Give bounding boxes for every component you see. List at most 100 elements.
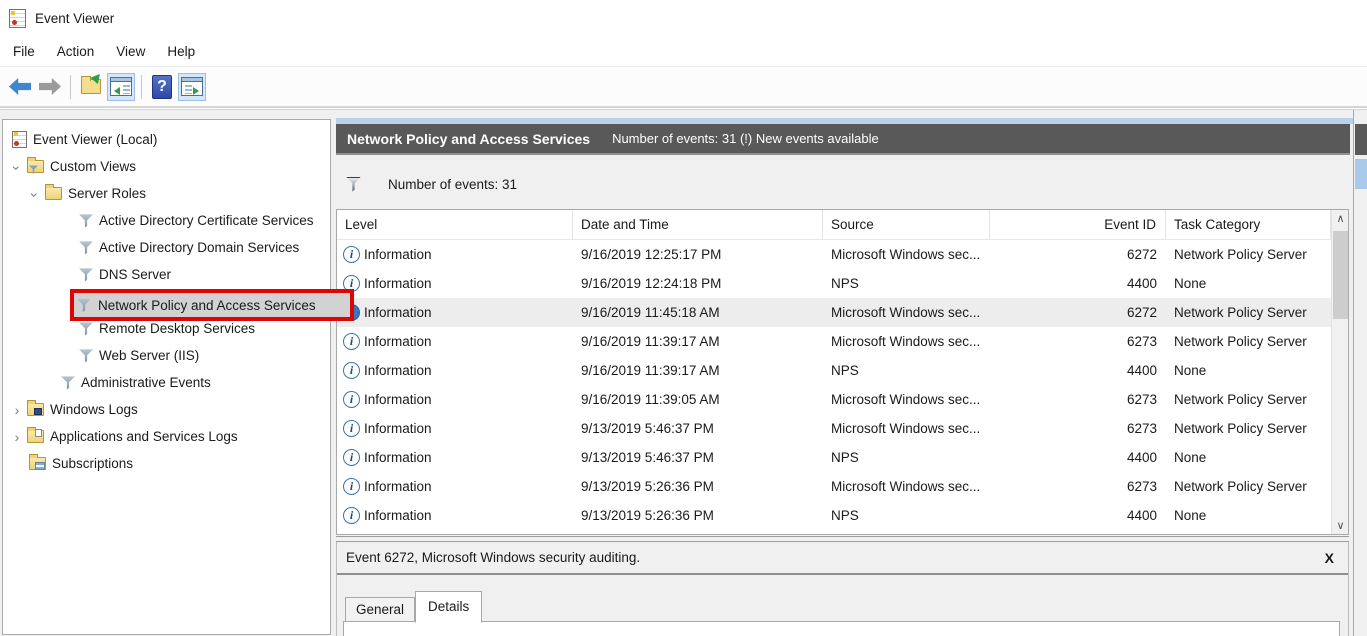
level-cell: Information bbox=[364, 334, 432, 349]
event-row[interactable]: iInformation9/16/2019 12:24:18 PMNPS4400… bbox=[337, 269, 1348, 298]
chevron-down-icon[interactable]: › bbox=[9, 160, 25, 176]
export-button[interactable] bbox=[77, 73, 105, 101]
tree-item[interactable]: Active Directory Domain Services bbox=[3, 234, 330, 261]
column-header-task-category[interactable]: Task Category bbox=[1166, 210, 1331, 239]
forward-arrow-icon bbox=[39, 78, 61, 95]
tree-item[interactable]: › Windows Logs bbox=[3, 396, 330, 423]
event-row[interactable]: iInformation9/16/2019 12:25:17 PMMicroso… bbox=[337, 240, 1348, 269]
information-icon: i bbox=[343, 246, 360, 263]
chevron-down-icon[interactable]: › bbox=[27, 187, 43, 203]
tree-item[interactable]: Event Viewer (Local) bbox=[3, 126, 330, 153]
cell-source: Microsoft Windows sec... bbox=[823, 305, 990, 320]
cell-source: NPS bbox=[823, 363, 990, 378]
cell-source: NPS bbox=[823, 450, 990, 465]
menu-view[interactable]: View bbox=[105, 40, 156, 63]
cell-date-time: 9/13/2019 5:26:36 PM bbox=[573, 479, 823, 494]
event-viewer-window: Event Viewer File Action View Help ? bbox=[0, 0, 1367, 636]
title-bar: Event Viewer bbox=[0, 0, 1367, 36]
cell-level: iInformation bbox=[337, 507, 573, 524]
preview-header: Event 6272, Microsoft Windows security a… bbox=[337, 542, 1348, 575]
information-icon: i bbox=[343, 333, 360, 350]
back-arrow-icon bbox=[9, 78, 31, 95]
results-pane-header: Network Policy and Access Services Numbe… bbox=[336, 124, 1350, 155]
chevron-right-icon[interactable]: › bbox=[9, 429, 25, 445]
scroll-down-button[interactable]: ∨ bbox=[1332, 517, 1349, 534]
cell-task-category: None bbox=[1166, 450, 1331, 465]
cell-event-id: 6273 bbox=[990, 334, 1166, 349]
cell-task-category: Network Policy Server bbox=[1166, 421, 1331, 436]
tree-item[interactable]: DNS Server bbox=[3, 261, 330, 288]
scrollbar-thumb[interactable] bbox=[1333, 231, 1348, 319]
vertical-scrollbar[interactable]: ∧ ∨ bbox=[1331, 210, 1348, 534]
back-button[interactable] bbox=[6, 73, 34, 101]
cell-date-time: 9/13/2019 5:46:37 PM bbox=[573, 421, 823, 436]
window-title: Event Viewer bbox=[35, 11, 114, 26]
information-icon: i bbox=[343, 420, 360, 437]
results-pane-status: Number of events: 31 (!) New events avai… bbox=[612, 131, 879, 146]
tree-item[interactable]: Web Server (IIS) bbox=[3, 342, 330, 369]
tree-item[interactable]: Administrative Events bbox=[3, 369, 330, 396]
preview-tabs: General Details bbox=[345, 590, 482, 622]
help-button[interactable]: ? bbox=[148, 73, 176, 101]
filter-icon bbox=[79, 241, 93, 255]
level-cell: Information bbox=[364, 363, 432, 378]
event-row[interactable]: iInformation9/13/2019 5:46:37 PMNPS4400N… bbox=[337, 443, 1348, 472]
menu-action[interactable]: Action bbox=[46, 40, 106, 63]
menu-help[interactable]: Help bbox=[156, 40, 206, 63]
scroll-up-button[interactable]: ∧ bbox=[1332, 210, 1349, 227]
event-row[interactable]: iInformation9/16/2019 11:39:05 AMMicroso… bbox=[337, 385, 1348, 414]
tree-item-label: Administrative Events bbox=[81, 375, 211, 390]
cell-task-category: None bbox=[1166, 508, 1331, 523]
actions-pane-selected-item[interactable] bbox=[1355, 159, 1367, 189]
cell-task-category: Network Policy Server bbox=[1166, 392, 1331, 407]
cell-date-time: 9/16/2019 11:39:17 AM bbox=[573, 363, 823, 378]
cell-task-category: Network Policy Server bbox=[1166, 479, 1331, 494]
tree-item[interactable]: Active Directory Certificate Services bbox=[3, 207, 330, 234]
tree-item[interactable]: ›Custom Views bbox=[3, 153, 330, 180]
event-row[interactable]: iInformation9/13/2019 5:26:36 PMNPS4400N… bbox=[337, 501, 1348, 530]
event-row[interactable]: iInformation9/13/2019 5:46:37 PMMicrosof… bbox=[337, 414, 1348, 443]
close-icon[interactable]: X bbox=[1325, 550, 1334, 566]
level-cell: Information bbox=[364, 450, 432, 465]
level-cell: Information bbox=[364, 392, 432, 407]
chevron-right-icon[interactable]: › bbox=[9, 402, 25, 418]
column-header-level[interactable]: Level bbox=[337, 210, 573, 239]
cell-date-time: 9/13/2019 5:46:37 PM bbox=[573, 450, 823, 465]
tree-item-label: Windows Logs bbox=[50, 402, 138, 417]
cell-level: iInformation bbox=[337, 391, 573, 408]
cell-task-category: None bbox=[1166, 363, 1331, 378]
folder-icon bbox=[27, 430, 44, 443]
event-row[interactable]: iInformation9/16/2019 11:39:17 AMNPS4400… bbox=[337, 356, 1348, 385]
column-header-date-and-time[interactable]: Date and Time bbox=[573, 210, 823, 239]
column-header-source[interactable]: Source bbox=[823, 210, 990, 239]
cell-date-time: 9/16/2019 12:24:18 PM bbox=[573, 276, 823, 291]
tree-item[interactable]: › Server Roles bbox=[3, 180, 330, 207]
level-cell: Information bbox=[364, 276, 432, 291]
event-row[interactable]: iInformation9/16/2019 11:39:17 AMMicroso… bbox=[337, 327, 1348, 356]
tree-item-label: Server Roles bbox=[68, 186, 146, 201]
menu-file[interactable]: File bbox=[2, 40, 46, 63]
filter-icon bbox=[79, 349, 93, 363]
tree-item[interactable]: › Applications and Services Logs bbox=[3, 423, 330, 450]
event-row[interactable]: iInformation9/13/2019 5:26:36 PMMicrosof… bbox=[337, 472, 1348, 501]
forward-button[interactable] bbox=[36, 73, 64, 101]
column-header-event-id[interactable]: Event ID bbox=[990, 210, 1166, 239]
tree-item-label: Applications and Services Logs bbox=[50, 429, 238, 444]
event-preview-pane: Event 6272, Microsoft Windows security a… bbox=[336, 542, 1349, 636]
tree-item-label: Subscriptions bbox=[52, 456, 133, 471]
tree-item-network-policy-and-access-services[interactable]: Network Policy and Access Services bbox=[70, 289, 354, 321]
cell-task-category: None bbox=[1166, 276, 1331, 291]
tree-item[interactable]: Subscriptions bbox=[3, 450, 330, 477]
cell-level: iInformation bbox=[337, 420, 573, 437]
show-console-tree-button[interactable] bbox=[107, 73, 135, 101]
tab-details[interactable]: Details bbox=[415, 591, 482, 623]
tree-item-label: Web Server (IIS) bbox=[99, 348, 199, 363]
folder-export-icon bbox=[81, 79, 101, 94]
tab-general[interactable]: General bbox=[345, 597, 415, 622]
toolbar-separator bbox=[141, 75, 142, 99]
event-viewer-icon bbox=[12, 131, 27, 148]
event-row[interactable]: iInformation9/16/2019 11:45:18 AMMicroso… bbox=[337, 298, 1348, 327]
events-table: LevelDate and TimeSourceEvent IDTask Cat… bbox=[336, 209, 1349, 535]
cell-event-id: 6272 bbox=[990, 305, 1166, 320]
show-action-pane-button[interactable] bbox=[178, 73, 206, 101]
